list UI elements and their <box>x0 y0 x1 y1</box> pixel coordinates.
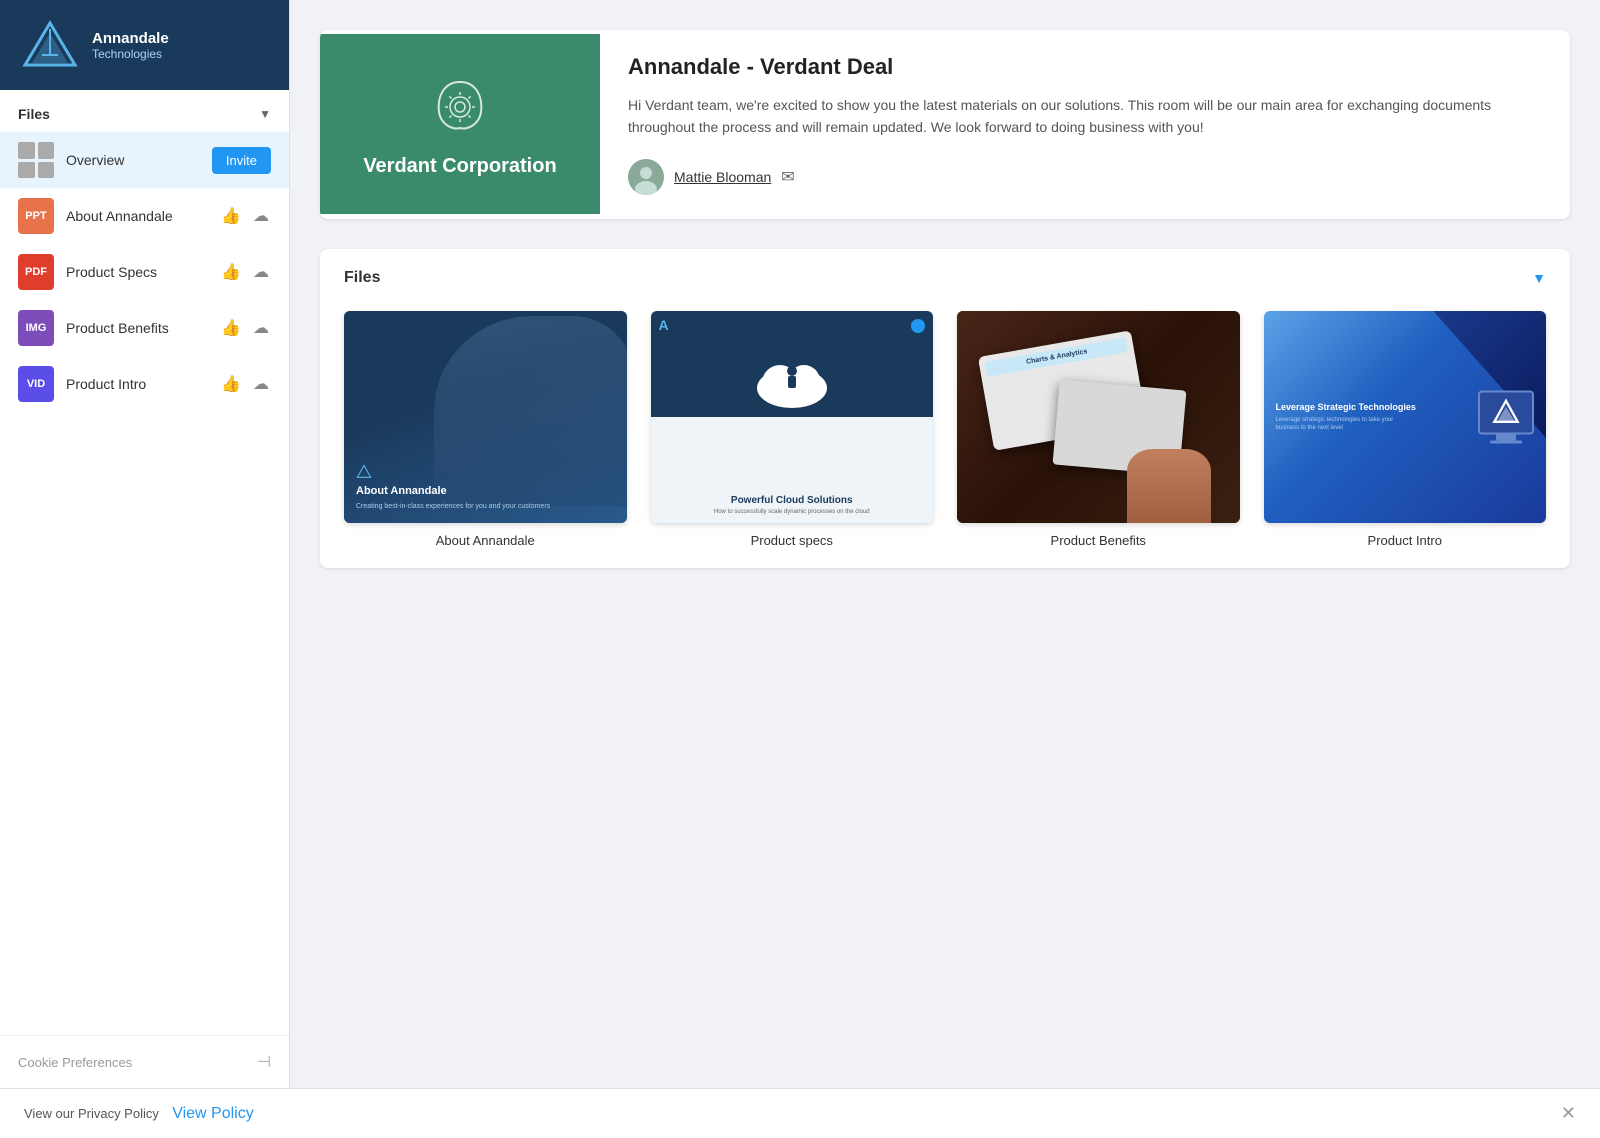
specs-actions: 👍 ☁ <box>219 260 271 284</box>
sidebar-item-overview[interactable]: Overview Invite <box>0 132 289 188</box>
intro-thumb-title: Leverage Strategic Technologies <box>1276 401 1417 414</box>
specs-label: Product Specs <box>66 264 219 280</box>
sidebar-item-intro[interactable]: VID Product Intro 👍 ☁ <box>0 356 289 412</box>
about-file-name: About Annandale <box>436 533 535 548</box>
files-section-title: Files <box>18 106 50 122</box>
deal-banner: Verdant Corporation <box>320 34 600 214</box>
files-grid: About Annandale Creating best-in-class e… <box>344 311 1546 548</box>
file-card-intro[interactable]: Leverage Strategic Technologies Leverage… <box>1264 311 1547 548</box>
sidebar-item-specs[interactable]: PDF Product Specs 👍 ☁ <box>0 244 289 300</box>
file-card-about[interactable]: About Annandale Creating best-in-class e… <box>344 311 627 548</box>
deal-contact: Mattie Blooman ✉ <box>628 159 1542 195</box>
about-actions: 👍 ☁ <box>219 204 271 228</box>
banner-company-name: Verdant Corporation <box>363 153 556 179</box>
about-like-button[interactable]: 👍 <box>219 204 243 228</box>
cookie-label: Cookie Preferences <box>18 1055 132 1070</box>
privacy-text: View our Privacy Policy <box>24 1106 159 1121</box>
intro-file-name: Product Intro <box>1368 533 1442 548</box>
annandale-logo-icon <box>20 15 80 75</box>
privacy-text-container: View our Privacy Policy View Policy <box>24 1105 254 1123</box>
specs-thumb-sub: How to successfully scale dynamic proces… <box>651 509 934 515</box>
intro-like-button[interactable]: 👍 <box>219 372 243 396</box>
pdf-icon: PDF <box>18 254 54 290</box>
sidebar-item-benefits[interactable]: IMG Product Benefits 👍 ☁ <box>0 300 289 356</box>
mail-icon[interactable]: ✉ <box>781 167 794 187</box>
sidebar-footer: Cookie Preferences ⊣ <box>0 1035 289 1088</box>
files-header: Files ▼ <box>344 269 1546 287</box>
main-content: Verdant Corporation Annandale - Verdant … <box>290 0 1600 1088</box>
files-section-title: Files <box>344 269 380 287</box>
benefits-actions: 👍 ☁ <box>219 316 271 340</box>
about-download-button[interactable]: ☁ <box>251 204 271 228</box>
sidebar: Annandale Technologies Files ▼ <box>0 0 290 1088</box>
specs-download-button[interactable]: ☁ <box>251 260 271 284</box>
privacy-bar: View our Privacy Policy View Policy ✕ <box>0 1088 1600 1138</box>
deal-title: Annandale - Verdant Deal <box>628 54 1542 80</box>
intro-label: Product Intro <box>66 376 219 392</box>
benefits-label: Product Benefits <box>66 320 219 336</box>
overview-label: Overview <box>66 152 212 168</box>
privacy-close-button[interactable]: ✕ <box>1561 1103 1576 1124</box>
sidebar-logo-text: Annandale Technologies <box>92 30 169 61</box>
about-thumbnail: About Annandale Creating best-in-class e… <box>344 311 627 523</box>
file-card-specs[interactable]: A Powerful Cloud Solutions How to succes… <box>651 311 934 548</box>
benefits-file-name: Product Benefits <box>1051 533 1146 548</box>
about-thumb-sub: Creating best-in-class experiences for y… <box>356 502 615 511</box>
file-card-benefits[interactable]: Charts & Analytics Product Benefits <box>957 311 1240 548</box>
invite-button[interactable]: Invite <box>212 147 271 174</box>
files-section-arrow: ▼ <box>259 107 271 121</box>
benefits-like-button[interactable]: 👍 <box>219 316 243 340</box>
specs-file-name: Product specs <box>751 533 833 548</box>
files-section-header: Files ▼ <box>0 90 289 132</box>
about-thumb-title: About Annandale <box>356 484 615 498</box>
privacy-link[interactable]: View Policy <box>172 1105 254 1122</box>
intro-download-button[interactable]: ☁ <box>251 372 271 396</box>
sidebar-nav: Files ▼ Overview Invite PPT <box>0 90 289 1035</box>
sidebar-item-about[interactable]: PPT About Annandale 👍 ☁ <box>0 188 289 244</box>
collapse-icon[interactable]: ⊣ <box>257 1052 271 1072</box>
deal-info: Annandale - Verdant Deal Hi Verdant team… <box>600 30 1570 219</box>
intro-thumb-sub: Leverage strategic technologies to take … <box>1276 417 1417 433</box>
intro-actions: 👍 ☁ <box>219 372 271 396</box>
vid-icon: VID <box>18 366 54 402</box>
files-collapse-icon[interactable]: ▼ <box>1532 270 1546 286</box>
benefits-thumbnail: Charts & Analytics <box>957 311 1240 523</box>
verdant-logo <box>425 70 495 145</box>
contact-name-link[interactable]: Mattie Blooman <box>674 169 771 185</box>
img-icon: IMG <box>18 310 54 346</box>
cookie-preferences[interactable]: Cookie Preferences ⊣ <box>18 1052 271 1072</box>
deal-description: Hi Verdant team, we're excited to show y… <box>628 94 1542 139</box>
intro-thumbnail: Leverage Strategic Technologies Leverage… <box>1264 311 1547 523</box>
files-section: Files ▼ <box>320 249 1570 568</box>
specs-thumb-title: Powerful Cloud Solutions <box>651 494 934 507</box>
specs-like-button[interactable]: 👍 <box>219 260 243 284</box>
benefits-download-button[interactable]: ☁ <box>251 316 271 340</box>
deal-card: Verdant Corporation Annandale - Verdant … <box>320 30 1570 219</box>
sidebar-logo: Annandale Technologies <box>0 0 289 90</box>
specs-thumbnail: A Powerful Cloud Solutions How to succes… <box>651 311 934 523</box>
ppt-icon: PPT <box>18 198 54 234</box>
overview-icon <box>18 142 54 178</box>
contact-avatar <box>628 159 664 195</box>
about-label: About Annandale <box>66 208 219 224</box>
